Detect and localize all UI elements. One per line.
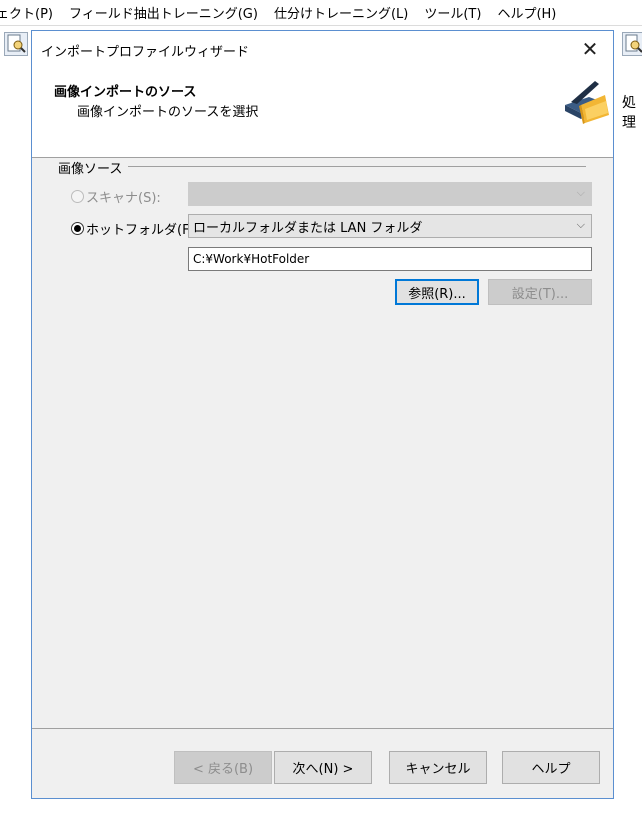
dialog-titlebar[interactable]: インポートプロファイルウィザード ✕	[32, 31, 613, 67]
dialog-title: インポートプロファイルウィザード	[41, 45, 250, 60]
hotfolder-label[interactable]: ホットフォルダ(F):	[86, 219, 199, 238]
help-button[interactable]: ヘルプ	[502, 751, 600, 784]
close-button[interactable]: ✕	[567, 31, 613, 67]
scanner-option: スキャナ(S):	[71, 187, 161, 206]
hotfolder-path-input[interactable]: C:¥Work¥HotFolder	[188, 247, 592, 271]
hotfolder-radio[interactable]	[71, 222, 84, 235]
wizard-header: 画像インポートのソース 画像インポートのソースを選択	[32, 67, 613, 158]
back-button: < 戻る(B)	[174, 751, 272, 784]
hotfolder-type-value: ローカルフォルダまたは LAN フォルダ	[193, 220, 423, 236]
page-subtitle: 画像インポートのソースを選択	[77, 105, 259, 120]
group-divider	[127, 166, 586, 167]
page-title: 画像インポートのソース	[54, 85, 197, 100]
browse-button[interactable]: 参照(R)...	[395, 279, 479, 305]
hotfolder-type-select[interactable]: ローカルフォルダまたは LAN フォルダ ⌵	[188, 214, 592, 238]
scanner-folder-icon	[559, 75, 611, 127]
menu-help[interactable]: ヘルプ(H)	[489, 3, 564, 22]
menu-classification-training[interactable]: 仕分けトレーニング(L)	[266, 3, 416, 22]
scanner-radio	[71, 190, 84, 203]
footer-divider	[32, 728, 613, 729]
menu-tools[interactable]: ツール(T)	[416, 3, 489, 22]
app-menubar: ェクト(P) フィールド抽出トレーニング(G) 仕分けトレーニング(L) ツール…	[0, 0, 642, 24]
menu-project[interactable]: ェクト(P)	[0, 3, 61, 22]
scanner-combo: ⌵	[188, 182, 592, 206]
image-source-group-label: 画像ソース	[58, 158, 129, 177]
document-search-icon-right[interactable]	[622, 32, 642, 56]
next-button[interactable]: 次へ(N) >	[274, 751, 372, 784]
settings-button: 設定(T)...	[488, 279, 592, 305]
hotfolder-option[interactable]: ホットフォルダ(F):	[71, 219, 199, 238]
hotfolder-path-value: C:¥Work¥HotFolder	[193, 252, 310, 266]
chevron-down-icon: ⌵	[576, 218, 585, 231]
app-side-label: 処理	[622, 95, 636, 131]
import-profile-wizard-dialog: インポートプロファイルウィザード ✕ 画像インポートのソース 画像インポートのソ…	[31, 30, 614, 799]
menu-field-extraction-training[interactable]: フィールド抽出トレーニング(G)	[61, 3, 266, 22]
close-icon: ✕	[581, 37, 599, 61]
document-search-icon[interactable]	[4, 32, 28, 56]
scanner-label: スキャナ(S):	[86, 191, 161, 206]
chevron-down-icon: ⌵	[576, 186, 585, 199]
cancel-button[interactable]: キャンセル	[389, 751, 487, 784]
